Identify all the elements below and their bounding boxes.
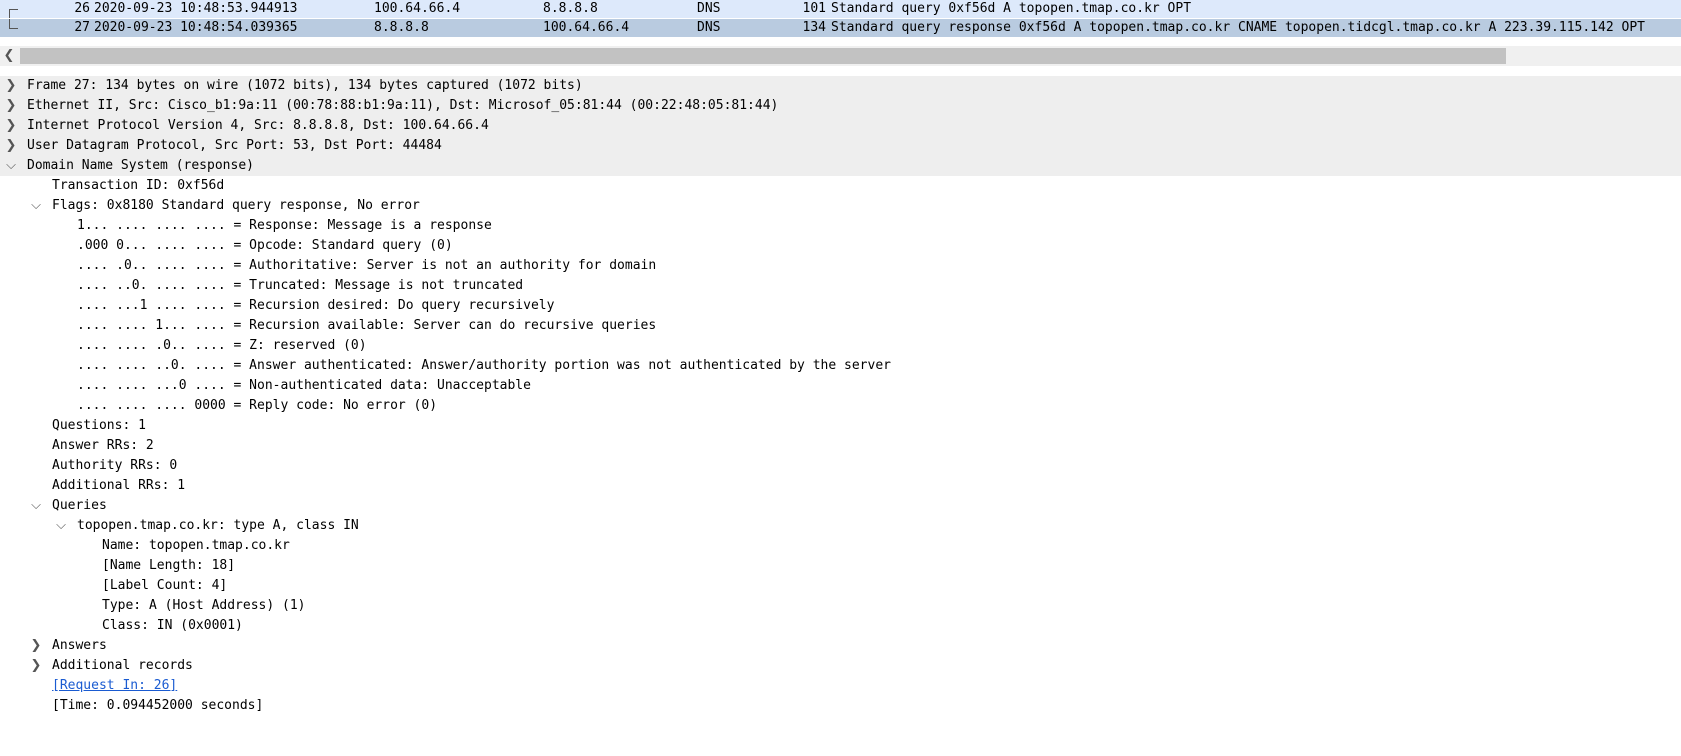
packet-protocol: DNS xyxy=(697,1,721,16)
tree-node-query-field[interactable]: [Label Count: 4] xyxy=(0,576,1681,596)
tree-node-queries[interactable]: ⌵ Queries xyxy=(0,496,1681,516)
packet-time: 2020-09-23 10:48:54.039365 xyxy=(94,20,298,35)
tree-node-label: [Label Count: 4] xyxy=(102,578,228,593)
tree-node-questions[interactable]: Questions: 1 xyxy=(0,416,1681,436)
tree-node-label: Answer RRs: 2 xyxy=(52,438,154,453)
tree-node-label: Transaction ID: 0xf56d xyxy=(52,178,225,193)
tree-node-query-entry[interactable]: ⌵ topopen.tmap.co.kr: type A, class IN xyxy=(0,516,1681,536)
tree-node-query-field[interactable]: Class: IN (0x0001) xyxy=(0,616,1681,636)
tree-node-flag-bit[interactable]: .... .0.. .... .... = Authoritative: Ser… xyxy=(0,256,1681,276)
tree-node-answer-rrs[interactable]: Answer RRs: 2 xyxy=(0,436,1681,456)
tree-node-flag-bit[interactable]: .... .... ..0. .... = Answer authenticat… xyxy=(0,356,1681,376)
packet-length: 134 xyxy=(802,20,826,35)
tree-node-flags[interactable]: ⌵ Flags: 0x8180 Standard query response,… xyxy=(0,196,1681,216)
tree-node-flag-bit[interactable]: .... ..0. .... .... = Truncated: Message… xyxy=(0,276,1681,296)
tree-node-flag-bit[interactable]: .... .... ...0 .... = Non-authenticated … xyxy=(0,376,1681,396)
tree-node-label: User Datagram Protocol, Src Port: 53, Ds… xyxy=(27,138,442,153)
tree-node-label: Frame 27: 134 bytes on wire (1072 bits),… xyxy=(27,78,583,93)
chevron-right-icon[interactable]: ❯ xyxy=(4,136,18,156)
tree-node-ethernet[interactable]: ❯ Ethernet II, Src: Cisco_b1:9a:11 (00:7… xyxy=(0,96,1681,116)
tree-node-label: .000 0... .... .... = Opcode: Standard q… xyxy=(77,238,453,253)
tree-node-transaction-id[interactable]: Transaction ID: 0xf56d xyxy=(0,176,1681,196)
packet-row-26[interactable]: 26 2020-09-23 10:48:53.944913 100.64.66.… xyxy=(0,0,1681,18)
packet-row-27[interactable]: 27 2020-09-23 10:48:54.039365 8.8.8.8 10… xyxy=(0,19,1681,37)
chevron-right-icon[interactable]: ❯ xyxy=(29,636,43,656)
tree-node-additional-records[interactable]: ❯ Additional records xyxy=(0,656,1681,676)
tree-node-udp[interactable]: ❯ User Datagram Protocol, Src Port: 53, … xyxy=(0,136,1681,156)
packet-destination: 8.8.8.8 xyxy=(543,1,598,16)
tree-node-time[interactable]: [Time: 0.094452000 seconds] xyxy=(0,696,1681,716)
tree-node-label: Type: A (Host Address) (1) xyxy=(102,598,306,613)
tree-node-answers[interactable]: ❯ Answers xyxy=(0,636,1681,656)
tree-node-flag-bit[interactable]: .... .... 1... .... = Recursion availabl… xyxy=(0,316,1681,336)
tree-node-label: Ethernet II, Src: Cisco_b1:9a:11 (00:78:… xyxy=(27,98,779,113)
tree-node-flag-bit[interactable]: .... ...1 .... .... = Recursion desired:… xyxy=(0,296,1681,316)
related-packet-indicator xyxy=(2,0,18,18)
chevron-right-icon[interactable]: ❯ xyxy=(4,96,18,116)
tree-node-label: Internet Protocol Version 4, Src: 8.8.8.… xyxy=(27,118,489,133)
tree-node-label: .... .... .0.. .... = Z: reserved (0) xyxy=(77,338,367,353)
tree-node-ipv4[interactable]: ❯ Internet Protocol Version 4, Src: 8.8.… xyxy=(0,116,1681,136)
chevron-down-icon[interactable]: ⌵ xyxy=(29,196,43,216)
tree-node-label: Answers xyxy=(52,638,107,653)
tree-node-additional-rrs[interactable]: Additional RRs: 1 xyxy=(0,476,1681,496)
tree-node-flag-bit[interactable]: .... .... .... 0000 = Reply code: No err… xyxy=(0,396,1681,416)
related-packet-indicator xyxy=(2,19,18,37)
packet-destination: 100.64.66.4 xyxy=(543,20,630,35)
tree-node-authority-rrs[interactable]: Authority RRs: 0 xyxy=(0,456,1681,476)
packet-info: Standard query 0xf56d A topopen.tmap.co.… xyxy=(831,1,1192,16)
packet-number: 26 xyxy=(74,1,90,16)
tree-node-flag-bit[interactable]: .000 0... .... .... = Opcode: Standard q… xyxy=(0,236,1681,256)
chevron-down-icon[interactable]: ⌵ xyxy=(29,496,43,516)
tree-node-label: [Time: 0.094452000 seconds] xyxy=(52,698,264,713)
packet-time: 2020-09-23 10:48:53.944913 xyxy=(94,1,298,16)
tree-node-frame[interactable]: ❯ Frame 27: 134 bytes on wire (1072 bits… xyxy=(0,76,1681,96)
tree-node-label: Queries xyxy=(52,498,107,513)
packet-length: 101 xyxy=(802,1,826,16)
chevron-right-icon[interactable]: ❯ xyxy=(4,116,18,136)
scrollbar-thumb[interactable] xyxy=(20,48,1506,64)
tree-node-flag-bit[interactable]: .... .... .0.. .... = Z: reserved (0) xyxy=(0,336,1681,356)
tree-node-label: Flags: 0x8180 Standard query response, N… xyxy=(52,198,420,213)
request-in-link[interactable]: [Request In: 26] xyxy=(52,676,177,696)
tree-node-query-field[interactable]: [Name Length: 18] xyxy=(0,556,1681,576)
tree-node-request-in[interactable]: [Request In: 26] xyxy=(0,676,1681,696)
tree-node-label: .... .... 1... .... = Recursion availabl… xyxy=(77,318,657,333)
chevron-right-icon[interactable]: ❯ xyxy=(4,76,18,96)
tree-node-dns[interactable]: ⌵ Domain Name System (response) xyxy=(0,156,1681,176)
tree-node-label: Class: IN (0x0001) xyxy=(102,618,243,633)
tree-node-label: Additional RRs: 1 xyxy=(52,478,186,493)
chevron-down-icon[interactable]: ⌵ xyxy=(4,156,18,176)
packet-number: 27 xyxy=(74,20,90,35)
tree-node-label: Authority RRs: 0 xyxy=(52,458,178,473)
tree-node-label: Name: topopen.tmap.co.kr xyxy=(102,538,290,553)
tree-node-label: .... .... ..0. .... = Answer authenticat… xyxy=(77,358,891,373)
tree-node-label: .... .0.. .... .... = Authoritative: Ser… xyxy=(77,258,657,273)
tree-node-flag-bit[interactable]: 1... .... .... .... = Response: Message … xyxy=(0,216,1681,236)
packet-source: 8.8.8.8 xyxy=(374,20,429,35)
packet-source: 100.64.66.4 xyxy=(374,1,461,16)
chevron-right-icon[interactable]: ❯ xyxy=(29,656,43,676)
tree-node-label: .... .... .... 0000 = Reply code: No err… xyxy=(77,398,438,413)
tree-node-label: 1... .... .... .... = Response: Message … xyxy=(77,218,492,233)
tree-node-label: Questions: 1 xyxy=(52,418,146,433)
tree-node-label: Domain Name System (response) xyxy=(27,158,254,173)
tree-node-label: [Name Length: 18] xyxy=(102,558,236,573)
horizontal-scrollbar[interactable]: ❮ xyxy=(0,46,1681,66)
tree-node-query-field[interactable]: Type: A (Host Address) (1) xyxy=(0,596,1681,616)
packet-list: 26 2020-09-23 10:48:53.944913 100.64.66.… xyxy=(0,0,1681,37)
chevron-left-icon[interactable]: ❮ xyxy=(2,46,16,66)
packet-info: Standard query response 0xf56d A topopen… xyxy=(831,20,1645,35)
tree-node-label: topopen.tmap.co.kr: type A, class IN xyxy=(77,518,359,533)
tree-node-label: .... ...1 .... .... = Recursion desired:… xyxy=(77,298,555,313)
tree-node-label: Additional records xyxy=(52,658,193,673)
packet-details-tree: ❯ Frame 27: 134 bytes on wire (1072 bits… xyxy=(0,76,1681,716)
packet-protocol: DNS xyxy=(697,20,721,35)
chevron-down-icon[interactable]: ⌵ xyxy=(54,516,68,536)
tree-node-query-field[interactable]: Name: topopen.tmap.co.kr xyxy=(0,536,1681,556)
tree-node-label: .... .... ...0 .... = Non-authenticated … xyxy=(77,378,531,393)
tree-node-label: .... ..0. .... .... = Truncated: Message… xyxy=(77,278,524,293)
